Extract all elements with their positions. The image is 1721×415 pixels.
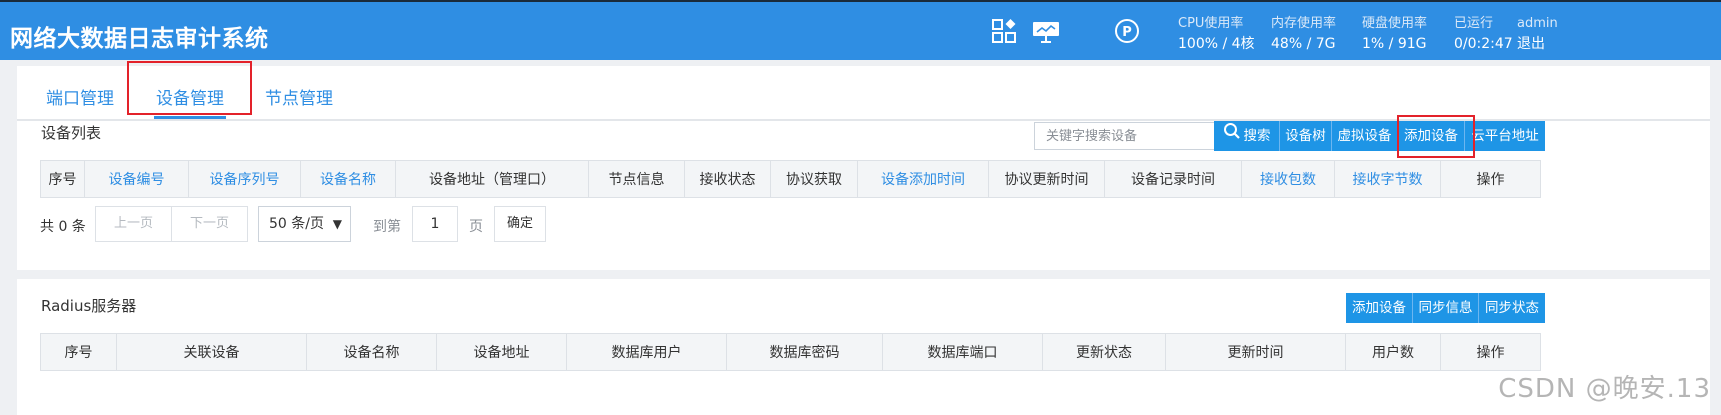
highlight-device-tab	[127, 61, 252, 115]
goto-page-input[interactable]	[412, 206, 458, 242]
radius-col-update-time: 更新时间	[1165, 333, 1346, 371]
col-protocol-fetch: 协议获取	[770, 160, 858, 198]
device-panel: 端口管理 设备管理 节点管理 设备列表 搜索 设备树 虚拟设备 添加设备 云平台…	[17, 66, 1710, 270]
page-size-select[interactable]: 50 条/页 ▼	[258, 206, 351, 242]
watermark: CSDN @晚安.13	[1498, 374, 1711, 404]
col-device-name[interactable]: 设备名称	[300, 160, 396, 198]
device-list-title: 设备列表	[41, 124, 102, 142]
radius-panel: Radius服务器 添加设备 同步信息 同步状态 序号 关联设备 设备名称 设备…	[17, 279, 1710, 415]
cloud-platform-address-button[interactable]: 云平台地址	[1465, 121, 1545, 151]
col-bytes-received[interactable]: 接收字节数	[1334, 160, 1441, 198]
sync-status-button[interactable]: 同步状态	[1479, 293, 1545, 323]
disk-value: 1% / 91G	[1362, 36, 1427, 52]
virtual-device-button[interactable]: 虚拟设备	[1332, 121, 1398, 151]
radius-col-actions: 操作	[1440, 333, 1541, 371]
radius-col-db-password: 数据库密码	[726, 333, 883, 371]
chevron-down-icon: ▼	[332, 217, 342, 231]
col-receive-status: 接收状态	[684, 160, 771, 198]
logout-link[interactable]: 退出	[1517, 34, 1558, 54]
uptime-stat: 已运行 0/0:2:47	[1454, 14, 1513, 54]
cpu-stat: CPU使用率 100% / 4核	[1178, 14, 1255, 54]
col-protocol-update-time: 协议更新时间	[988, 160, 1105, 198]
prev-page-button[interactable]: 上一页	[95, 206, 172, 242]
radius-add-device-button[interactable]: 添加设备	[1346, 293, 1413, 323]
device-table: 序号 设备编号 设备序列号 设备名称 设备地址（管理口） 节点信息 接收状态 协…	[40, 160, 1541, 198]
radius-col-index: 序号	[40, 333, 117, 371]
search-icon	[1223, 121, 1241, 151]
username: admin	[1517, 16, 1558, 31]
radius-col-device-name: 设备名称	[306, 333, 437, 371]
radius-col-db-user: 数据库用户	[566, 333, 727, 371]
tab-node-management[interactable]: 节点管理	[265, 84, 333, 109]
highlight-add-device	[1397, 115, 1475, 158]
col-actions: 操作	[1440, 160, 1541, 198]
uptime-label: 已运行	[1454, 16, 1494, 31]
search-button-label: 搜索	[1243, 128, 1271, 144]
memory-value: 48% / 7G	[1271, 36, 1336, 52]
col-index: 序号	[40, 160, 85, 198]
tab-port-management[interactable]: 端口管理	[46, 84, 114, 109]
tab-bar: 端口管理 设备管理 节点管理	[17, 66, 1710, 121]
memory-stat: 内存使用率 48% / 7G	[1271, 14, 1336, 54]
radius-col-linked-device: 关联设备	[116, 333, 307, 371]
col-record-time: 设备记录时间	[1104, 160, 1242, 198]
sync-info-button[interactable]: 同步信息	[1413, 293, 1479, 323]
cpu-value: 100% / 4核	[1178, 36, 1255, 52]
radius-col-update-status: 更新状态	[1042, 333, 1166, 371]
disk-label: 硬盘使用率	[1362, 16, 1428, 31]
col-added-time[interactable]: 设备添加时间	[857, 160, 989, 198]
device-table-header: 序号 设备编号 设备序列号 设备名称 设备地址（管理口） 节点信息 接收状态 协…	[40, 160, 1541, 198]
apps-grid-icon[interactable]	[991, 18, 1017, 44]
uptime-value: 0/0:2:47	[1454, 36, 1513, 52]
next-page-button[interactable]: 下一页	[171, 206, 248, 242]
col-node-info: 节点信息	[588, 160, 685, 198]
radius-table-header: 序号 关联设备 设备名称 设备地址 数据库用户 数据库密码 数据库端口 更新状态…	[40, 333, 1541, 371]
svg-text:P: P	[1122, 25, 1132, 40]
parking-p-icon[interactable]: P	[1114, 18, 1140, 44]
radius-col-db-port: 数据库端口	[882, 333, 1043, 371]
device-tree-button[interactable]: 设备树	[1280, 121, 1332, 151]
top-bar: 网络大数据日志审计系统 P CPU使用率 100% / 4核 内存使用率 48%…	[0, 0, 1721, 60]
col-device-address: 设备地址（管理口）	[395, 160, 589, 198]
device-search-input[interactable]	[1034, 122, 1227, 150]
goto-prefix: 到第	[373, 219, 401, 235]
total-count: 共 0 条	[40, 219, 86, 235]
col-serial-number[interactable]: 设备序列号	[188, 160, 301, 198]
goto-suffix: 页	[469, 219, 483, 235]
page-size-value: 50 条/页	[269, 216, 324, 232]
col-device-id[interactable]: 设备编号	[84, 160, 189, 198]
goto-confirm-button[interactable]: 确定	[494, 206, 546, 242]
radius-title: Radius服务器	[41, 297, 137, 315]
col-packets-received[interactable]: 接收包数	[1241, 160, 1335, 198]
monitor-screen-icon[interactable]	[1032, 18, 1059, 44]
disk-stat: 硬盘使用率 1% / 91G	[1362, 14, 1427, 54]
app-title: 网络大数据日志审计系统	[10, 26, 269, 52]
user-menu: admin 退出	[1517, 14, 1558, 54]
memory-label: 内存使用率	[1271, 16, 1337, 31]
search-button[interactable]: 搜索	[1214, 121, 1280, 151]
radius-col-device-address: 设备地址	[436, 333, 567, 371]
cpu-label: CPU使用率	[1178, 16, 1244, 31]
radius-table: 序号 关联设备 设备名称 设备地址 数据库用户 数据库密码 数据库端口 更新状态…	[40, 333, 1541, 371]
radius-col-user-count: 用户数	[1345, 333, 1441, 371]
